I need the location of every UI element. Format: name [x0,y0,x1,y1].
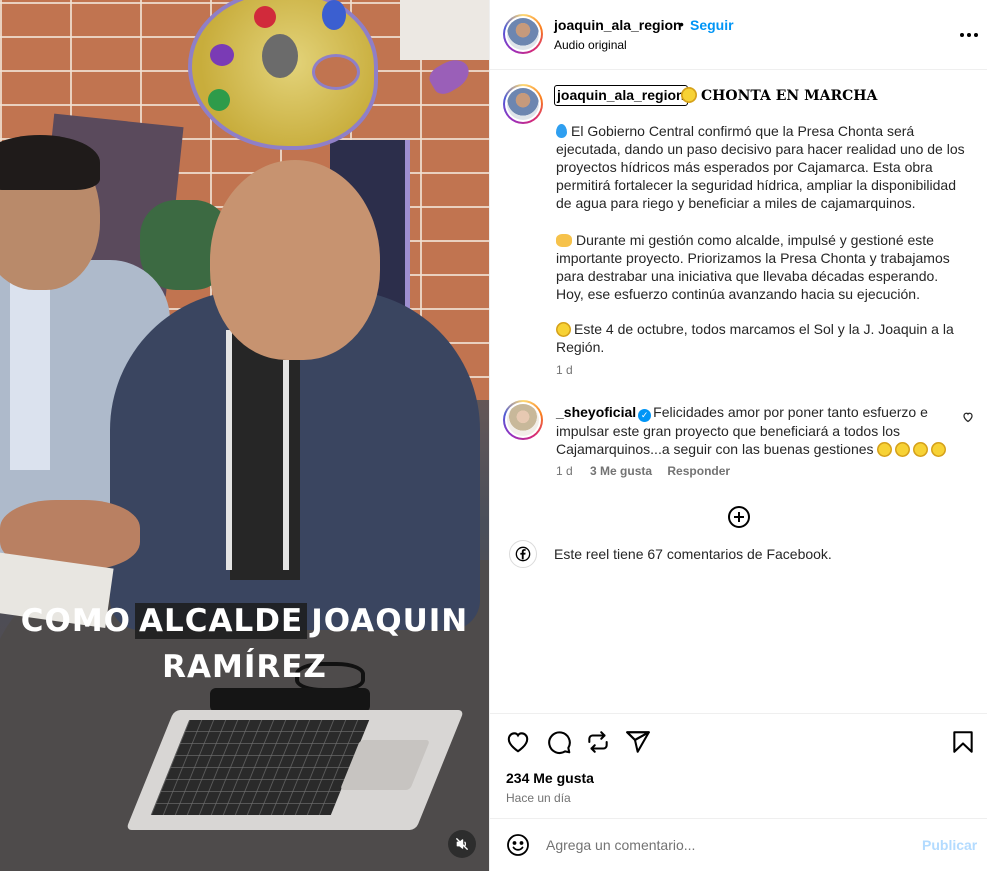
more-options-button[interactable] [957,23,981,47]
plus-circle-icon [728,506,750,528]
caption-title-text: CHONTA EN MARCHA [701,88,878,104]
action-bar: 234 Me gusta Hace un día [490,713,987,818]
droplet-emoji-icon [556,124,567,138]
avatar[interactable] [503,400,543,440]
face [210,160,380,360]
comment-meta: 1 d 3 Me gusta Responder [556,464,730,478]
share-button[interactable] [625,729,651,755]
comment-timestamp[interactable]: 1 d [556,464,573,478]
caption-paragraph: Durante mi gestión como alcalde, impulsé… [556,231,968,303]
header-username[interactable]: joaquin_ala_region [554,17,682,33]
caption-word: JOAQUIN [311,603,469,639]
load-more-comments-button[interactable] [727,505,751,529]
repost-button[interactable] [585,729,611,755]
post-timestamp[interactable]: Hace un día [506,791,571,805]
zipper [283,360,289,570]
handshake-emoji-icon [556,234,572,247]
caption-paragraph: Este 4 de octubre, todos marcamos el Sol… [556,320,968,356]
phone [210,688,370,712]
comment-input[interactable] [546,833,906,857]
caption-username[interactable]: joaquin_ala_region [554,85,688,106]
publish-button[interactable]: Publicar [922,837,977,853]
facebook-note-text: Este reel tiene 67 comentarios de Facebo… [554,546,832,562]
repost-icon [588,731,608,753]
facebook-comments-note: Este reel tiene 67 comentarios de Facebo… [490,540,987,568]
save-button[interactable] [950,729,976,755]
post-panel: joaquin_ala_region • Seguir Audio origin… [489,0,987,871]
comment-username[interactable]: _sheyoficial [556,404,636,420]
avatar[interactable] [503,14,543,54]
comment-composer: Publicar [490,818,987,871]
comment-bubble-icon [548,731,571,754]
heart-icon [507,732,529,753]
sun-emoji-icon [913,442,929,457]
post-header: joaquin_ala_region • Seguir Audio origin… [490,0,987,70]
more-horizontal-icon [960,33,978,37]
caption-paragraph-text: Este 4 de octubre, todos marcamos el Sol… [556,321,954,355]
laptop-keyboard [150,720,370,815]
like-button[interactable] [505,729,531,755]
follow-button[interactable]: Seguir [690,17,734,33]
separator-dot: • [679,16,684,32]
shirt [230,330,300,580]
audio-link[interactable]: Audio original [554,38,627,52]
zipper [226,330,232,570]
sun-emoji-icon [556,322,571,337]
caption-word-highlight: ALCALDE [135,603,308,639]
bookmark-icon [953,731,973,753]
heart-icon [963,412,973,423]
mute-button[interactable] [448,830,476,858]
caption-paragraph-text: Durante mi gestión como alcalde, impulsé… [556,232,950,302]
emoji-picker-button[interactable] [506,833,530,857]
sun-emoji-icon [895,442,911,457]
reply-button[interactable]: Responder [667,464,730,478]
comment-like-button[interactable] [962,410,974,426]
facebook-icon [509,540,537,568]
verified-badge-icon: ✓ [638,409,652,422]
sun-emoji-icon [681,87,697,103]
comment-likes[interactable]: 3 Me gusta [590,464,652,478]
caption-word: COMO [20,603,132,639]
avatar[interactable] [503,84,543,124]
like-count[interactable]: 234 Me gusta [506,770,594,786]
caption-paragraph: El Gobierno Central confirmó que la Pres… [556,122,968,212]
comment-body: _sheyoficial ✓ Felicidades amor por poner … [556,403,956,458]
video-caption-line-2: RAMÍREZ [0,644,489,690]
caption-timestamp[interactable]: 1 d [556,363,573,377]
comment-button[interactable] [546,729,572,755]
wall-background [400,0,489,60]
caption-word: RAMÍREZ [162,649,327,685]
shirt [10,270,50,470]
sun-emoji-icon [931,442,947,457]
smiley-icon [507,834,529,856]
send-icon [626,731,650,753]
caption-title: CHONTA EN MARCHA [681,87,877,104]
reel-video[interactable]: COMO ALCALDE JOAQUIN RAMÍREZ [0,0,489,871]
caption-paragraph-text: El Gobierno Central confirmó que la Pres… [556,123,965,211]
sun-emoji-icon [877,442,893,457]
speaker-muted-icon [456,838,468,850]
video-caption-line-1: COMO ALCALDE JOAQUIN [0,598,489,644]
